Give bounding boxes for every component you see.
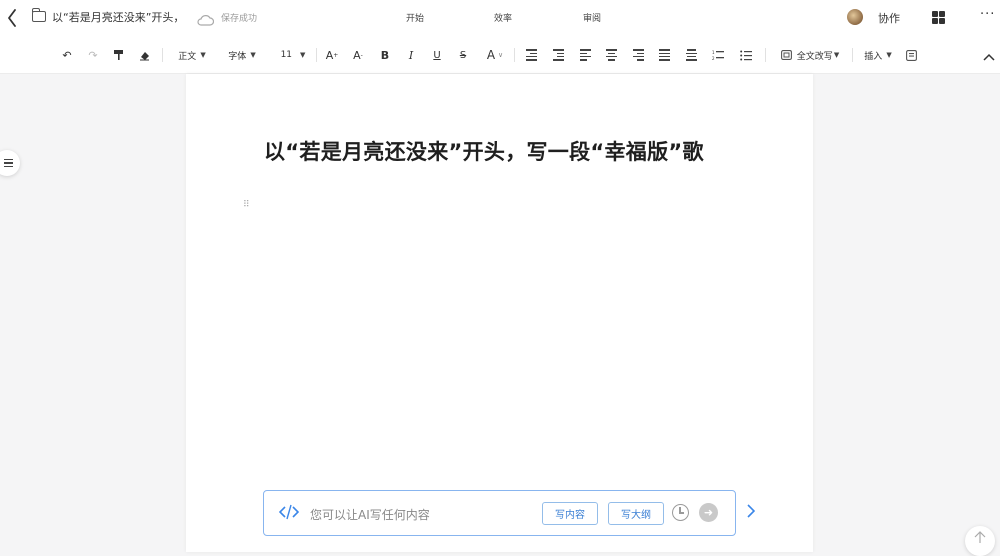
document-title[interactable]: 以“若是月亮还没来”开头， bbox=[52, 9, 184, 25]
top-bar: 以“若是月亮还没来”开头， 保存成功 开始 效率 审阅 协作 ··· bbox=[0, 0, 1000, 36]
apps-grid-icon[interactable] bbox=[932, 11, 945, 24]
align-left-icon[interactable] bbox=[578, 47, 592, 63]
numbered-list-icon[interactable]: 12 bbox=[711, 47, 725, 63]
font-family-select[interactable]: 字体 ▼ bbox=[224, 47, 260, 63]
align-center-icon[interactable] bbox=[604, 47, 618, 63]
indent-decrease-icon[interactable] bbox=[524, 47, 538, 63]
svg-text:2: 2 bbox=[712, 56, 715, 61]
increase-font-icon[interactable]: A + bbox=[325, 47, 339, 63]
bold-button[interactable]: B bbox=[378, 47, 392, 63]
distributed-align-icon[interactable] bbox=[684, 47, 698, 63]
italic-button[interactable]: I bbox=[404, 47, 418, 63]
write-content-button[interactable]: 写内容 bbox=[542, 502, 598, 525]
chevron-left-icon[interactable] bbox=[4, 7, 20, 29]
font-size-select[interactable]: 11 ▼ bbox=[278, 47, 308, 63]
indent-increase-icon[interactable] bbox=[551, 47, 565, 63]
folder-icon[interactable] bbox=[32, 8, 46, 22]
note-icon[interactable] bbox=[904, 47, 918, 63]
tab-efficiency[interactable]: 效率 bbox=[494, 11, 512, 24]
collapse-toolbar-icon[interactable] bbox=[983, 50, 995, 64]
decrease-font-icon[interactable]: A- bbox=[351, 47, 365, 63]
ai-prompt-input[interactable]: 您可以让AI写任何内容 bbox=[310, 506, 430, 523]
bullet-list-icon[interactable] bbox=[739, 47, 753, 63]
format-toolbar: ↶ ↷ 正文 ▼ 字体 ▼ 11 ▼ A + A- B I U S A ∨ 12 全文改写… bbox=[0, 36, 1000, 74]
drag-handle-icon[interactable]: ⠿ bbox=[243, 201, 251, 210]
chevron-right-icon[interactable] bbox=[747, 503, 756, 522]
collab-button[interactable]: 协作 bbox=[878, 10, 900, 26]
tab-review[interactable]: 审阅 bbox=[583, 11, 601, 24]
paragraph-style-select[interactable]: 正文 ▼ bbox=[175, 47, 209, 63]
cloud-icon bbox=[197, 11, 215, 26]
tab-start[interactable]: 开始 bbox=[406, 11, 424, 24]
avatar[interactable] bbox=[847, 9, 863, 25]
code-icon bbox=[278, 504, 300, 524]
undo-icon[interactable]: ↶ bbox=[60, 47, 74, 63]
redo-icon[interactable]: ↷ bbox=[86, 47, 100, 63]
format-painter-icon[interactable] bbox=[111, 47, 125, 63]
insert-menu[interactable]: 插入 ▼ bbox=[862, 47, 894, 63]
send-icon[interactable]: ➜ bbox=[699, 503, 718, 522]
document-heading[interactable]: 以“若是月亮还没来”开头，写一段“幸福版”歌 bbox=[264, 136, 704, 166]
underline-button[interactable]: U bbox=[430, 47, 444, 63]
list-icon bbox=[4, 159, 13, 167]
history-icon[interactable] bbox=[672, 504, 689, 521]
more-icon[interactable]: ··· bbox=[980, 7, 995, 22]
align-right-icon[interactable] bbox=[631, 47, 645, 63]
align-justify-icon[interactable] bbox=[657, 47, 671, 63]
svg-text:1: 1 bbox=[712, 50, 715, 55]
rewrite-all-button[interactable]: 全文改写 ▼ bbox=[776, 47, 844, 63]
font-color-button[interactable]: A ∨ bbox=[482, 47, 508, 63]
write-outline-button[interactable]: 写大纲 bbox=[608, 502, 664, 525]
ai-input-box[interactable]: 您可以让AI写任何内容 写内容 写大纲 ➜ bbox=[263, 490, 736, 536]
strikethrough-button[interactable]: S bbox=[456, 47, 470, 63]
eraser-icon[interactable] bbox=[137, 47, 151, 63]
save-status: 保存成功 bbox=[221, 14, 258, 24]
outline-toggle-button[interactable] bbox=[0, 150, 20, 176]
